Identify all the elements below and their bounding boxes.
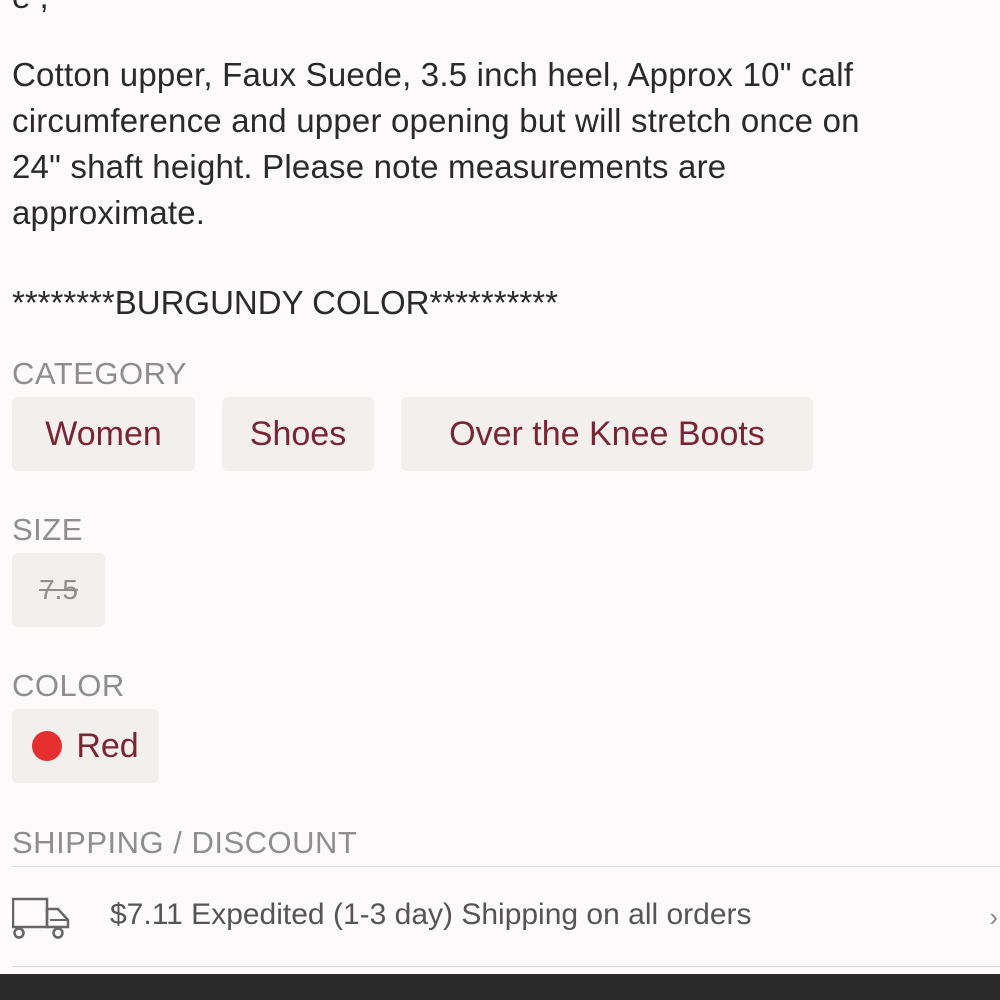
- color-option-red[interactable]: Red: [12, 709, 159, 783]
- description-line: 24" shaft height. Please note measuremen…: [12, 148, 727, 185]
- description-line: circumference and upper opening but will…: [12, 102, 860, 139]
- truck-icon: [11, 896, 70, 945]
- category-chip-women[interactable]: Women: [12, 397, 195, 471]
- shipping-row[interactable]: $7.11 Expedited (1-3 day) Shipping on al…: [11, 880, 1000, 954]
- color-swatch: [32, 731, 63, 761]
- color-note: ********BURGUNDY COLOR**********: [12, 284, 558, 321]
- description-line: approximate.: [12, 194, 206, 231]
- category-chip-shoes[interactable]: Shoes: [222, 397, 374, 471]
- divider: [12, 866, 1000, 867]
- color-label: COLOR: [12, 668, 125, 703]
- description-partial-line: e ,: [12, 0, 49, 16]
- product-description: Cotton upper, Faux Suede, 3.5 inch heel,…: [12, 52, 1000, 236]
- shipping-text: $7.11 Expedited (1-3 day) Shipping on al…: [110, 898, 752, 931]
- shipping-label: SHIPPING / DISCOUNT: [12, 825, 358, 860]
- category-chip-over-the-knee-boots[interactable]: Over the Knee Boots: [401, 397, 813, 471]
- size-label: SIZE: [12, 512, 83, 547]
- color-option-label: Red: [76, 726, 139, 765]
- divider: [12, 966, 1000, 967]
- size-option[interactable]: 7.5: [12, 553, 105, 627]
- category-label: CATEGORY: [12, 356, 188, 391]
- description-line: Cotton upper, Faux Suede, 3.5 inch heel,…: [12, 56, 854, 93]
- chevron-right-icon: ›: [989, 902, 998, 932]
- bottom-bar: [0, 974, 1000, 1000]
